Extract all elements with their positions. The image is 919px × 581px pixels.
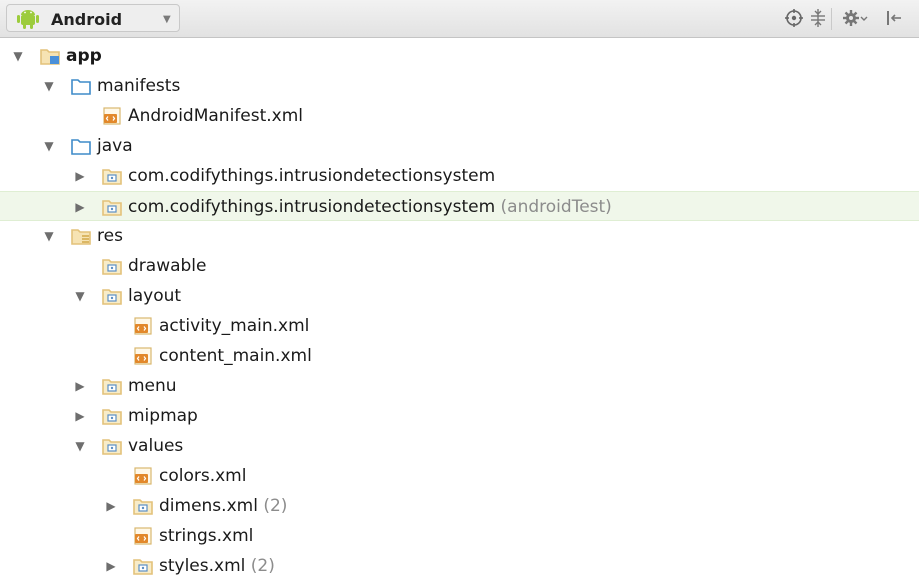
tree-row[interactable]: ▼ values [0,431,919,461]
xml-file-icon [133,527,153,545]
folder-icon [71,137,91,155]
tree-node-name: styles.xml [159,556,246,576]
tree-node-label: drawable [128,256,207,276]
xml-file-icon [133,347,153,365]
tree-node-name: AndroidManifest.xml [128,106,304,126]
package-icon [102,257,122,275]
tree-node-label: dimens.xml (2) [159,496,287,516]
package-icon [102,437,122,455]
tree-row[interactable]: ▼ manifests [0,71,919,101]
folder-icon [71,77,91,95]
tree-node-name: com.codifythings.intrusiondetectionsyste… [128,197,496,217]
tree-row[interactable]: activity_main.xml [0,311,919,341]
tree-row[interactable]: ▼ app [0,41,919,71]
gear-icon[interactable] [842,8,868,28]
tree-node-name: app [66,46,102,66]
tree-row[interactable]: ▶ dimens.xml (2) [0,491,919,521]
expanded-arrow-icon[interactable]: ▼ [42,138,56,154]
tree-row[interactable]: drawable [0,251,919,281]
collapsed-arrow-icon[interactable]: ▶ [104,498,118,514]
tree-row[interactable]: ▼ layout [0,281,919,311]
tree-node-name: values [128,436,184,456]
xml-file-icon [133,317,153,335]
view-mode-dropdown[interactable]: Android ▼ [6,4,180,32]
expanded-arrow-icon[interactable]: ▼ [73,288,87,304]
package-icon [133,557,153,575]
tree-node-label: mipmap [128,406,198,426]
view-mode-label: Android [51,10,123,29]
tree-row[interactable]: content_main.xml [0,341,919,371]
locate-icon[interactable] [784,8,804,28]
expanded-arrow-icon[interactable]: ▼ [42,228,56,244]
package-icon [102,377,122,395]
package-icon [102,407,122,425]
collapsed-arrow-icon[interactable]: ▶ [73,199,87,215]
package-icon [102,287,122,305]
android-icon [17,10,39,29]
collapse-all-icon[interactable] [808,8,828,28]
project-toolbar: Android ▼ [0,0,919,38]
resource-folder-icon [71,227,91,245]
tree-node-name: dimens.xml [159,496,258,516]
hide-panel-icon[interactable] [884,8,904,28]
tree-node-suffix: (2) [263,496,288,516]
tree-node-label: styles.xml (2) [159,556,275,576]
tree-node-label: colors.xml [159,466,246,486]
module-folder-icon [40,47,60,65]
tree-row[interactable]: ▶ com.codifythings.intrusiondetectionsyst… [0,191,919,221]
tree-row[interactable]: strings.xml [0,521,919,551]
tree-node-suffix: (2) [250,556,275,576]
xml-file-icon [133,467,153,485]
tree-node-label: menu [128,376,177,396]
tree-node-name: com.codifythings.intrusiondetectionsyste… [128,166,496,186]
tree-node-label: layout [128,286,181,306]
chevron-down-icon: ▼ [163,14,171,25]
tree-row[interactable]: colors.xml [0,461,919,491]
tree-node-label: values [128,436,183,456]
tree-node-label: res [97,226,123,246]
tree-row[interactable]: ▶ styles.xml (2) [0,551,919,581]
tree-node-name: manifests [97,76,181,96]
collapsed-arrow-icon[interactable]: ▶ [104,558,118,574]
collapsed-arrow-icon[interactable]: ▶ [73,408,87,424]
tree-node-name: colors.xml [159,466,247,486]
toolbar-separator [831,8,832,30]
tree-node-name: layout [128,286,182,306]
tree-node-name: mipmap [128,406,198,426]
tree-node-name: res [97,226,123,246]
package-icon [133,497,153,515]
tree-row[interactable]: ▼ res [0,221,919,251]
tree-node-suffix: (androidTest) [500,197,612,217]
tree-node-label: java [97,136,133,156]
tree-row[interactable]: ▶ mipmap [0,401,919,431]
expanded-arrow-icon[interactable]: ▼ [73,438,87,454]
tree-node-name: menu [128,376,177,396]
tree-node-name: activity_main.xml [159,316,310,336]
tree-node-label: activity_main.xml [159,316,309,336]
tree-node-name: content_main.xml [159,346,312,366]
collapsed-arrow-icon[interactable]: ▶ [73,168,87,184]
package-icon [102,198,122,216]
tree-row[interactable]: ▶ menu [0,371,919,401]
tree-node-label: AndroidManifest.xml [128,106,303,126]
xml-file-icon [102,107,122,125]
tree-row[interactable]: AndroidManifest.xml [0,101,919,131]
expanded-arrow-icon[interactable]: ▼ [42,78,56,94]
tree-node-label: app [66,46,102,66]
tree-node-name: java [97,136,133,156]
tree-node-name: strings.xml [159,526,254,546]
tree-node-label: strings.xml [159,526,253,546]
tree-node-label: com.codifythings.intrusiondetectionsyste… [128,197,612,217]
tree-row[interactable]: ▶ com.codifythings.intrusiondetectionsyst… [0,161,919,191]
package-icon [102,167,122,185]
collapsed-arrow-icon[interactable]: ▶ [73,378,87,394]
expanded-arrow-icon[interactable]: ▼ [11,48,25,64]
tree-node-label: manifests [97,76,180,96]
tree-row[interactable]: ▼ java [0,131,919,161]
tree-node-name: drawable [128,256,207,276]
tree-node-label: content_main.xml [159,346,312,366]
tree-node-label: com.codifythings.intrusiondetectionsyste… [128,166,495,186]
